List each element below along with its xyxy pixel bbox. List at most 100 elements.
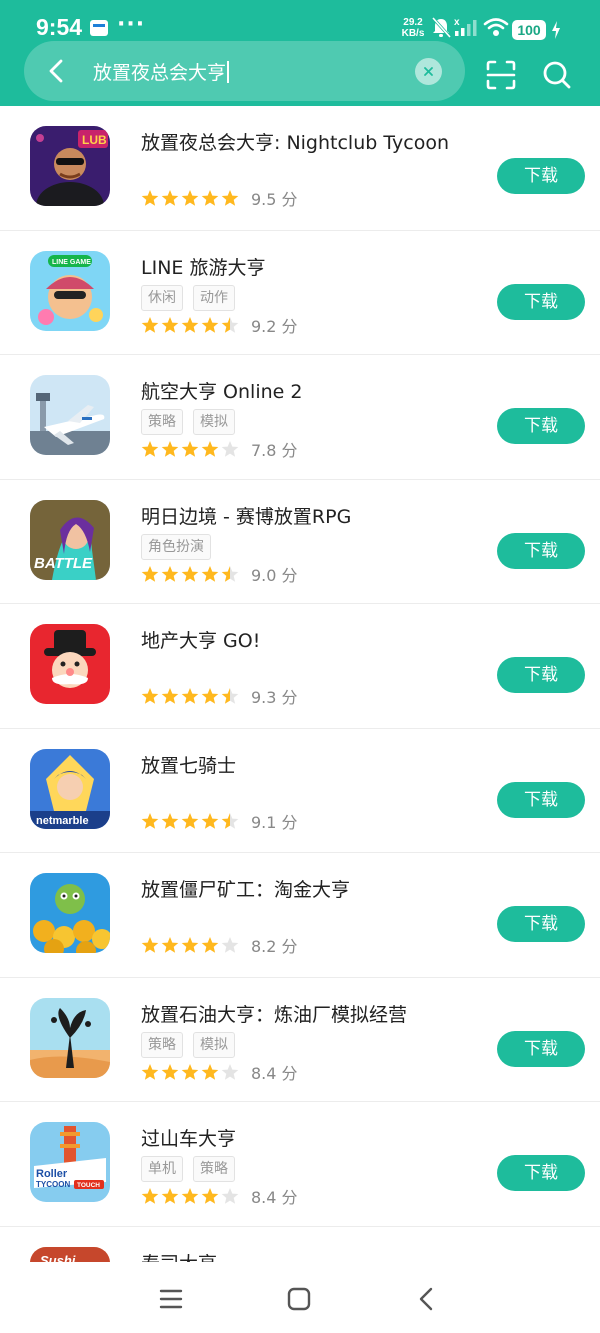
app-rating: 8.4 分 <box>141 1060 298 1084</box>
app-list-item[interactable]: netmarble 放置七骑士 9.1 分 下载 <box>0 729 600 853</box>
wifi-icon <box>483 18 509 36</box>
download-button[interactable]: 下载 <box>497 283 585 320</box>
app-list-item[interactable]: 放置僵尸矿工：淘金大亨 8.2 分 下载 <box>0 853 600 978</box>
clear-input-icon[interactable] <box>415 58 442 85</box>
app-list-item[interactable]: 航空大亨 Online 2 策略 模拟 7.8 分 下载 <box>0 355 600 480</box>
home-icon[interactable] <box>284 1284 314 1314</box>
back-arrow-icon[interactable] <box>40 54 74 88</box>
star-rating-icon <box>141 1187 239 1205</box>
rating-score-unit: 分 <box>281 565 298 585</box>
zombie-gold-coins-icon[interactable] <box>30 873 110 953</box>
line-game-character-icon[interactable]: LINE GAME <box>30 250 110 331</box>
app-list-item[interactable]: LINE GAME LINE 旅游大亨 休闲 动作 9.2 分 下载 <box>0 231 600 355</box>
app-name[interactable]: 过山车大亨 <box>141 1124 236 1151</box>
app-rating: 9.2 分 <box>141 313 298 337</box>
rating-score-unit: 分 <box>281 812 298 832</box>
app-name[interactable]: 放置七骑士 <box>141 751 236 778</box>
rating-score-unit: 分 <box>281 1063 298 1083</box>
app-tags: 角色扮演 <box>141 533 211 560</box>
svg-text:LINE GAME: LINE GAME <box>52 259 91 266</box>
app-rating: 9.5 分 <box>141 186 298 210</box>
rating-score: 9.1 分 <box>251 809 298 833</box>
category-tag: 策略 <box>193 1156 235 1182</box>
search-icon[interactable] <box>540 58 574 92</box>
category-tag: 单机 <box>141 1156 183 1182</box>
app-name[interactable]: 明日边境 - 赛博放置RPG <box>141 502 351 529</box>
rating-score-value: 7.8 <box>251 441 277 460</box>
app-list-item[interactable]: Roller TYCOON TOUCH 过山车大亨单机 策略 8.4 分 下载 <box>0 1102 600 1227</box>
star-rating-icon <box>141 189 239 207</box>
app-list-item[interactable]: 放置石油大亨：炼油厂模拟经营 策略 模拟 8.4 分 下载 <box>0 978 600 1102</box>
app-list-item[interactable]: LUB 放置夜总会大亨: Nightclub Tycoon 9.5 分 下载 <box>0 106 600 231</box>
app-name[interactable]: 寿司大亨 <box>141 1249 217 1263</box>
download-button[interactable]: 下载 <box>497 657 585 693</box>
star-rating-icon <box>141 936 239 954</box>
rating-score-unit: 分 <box>281 316 298 336</box>
category-tag: 休闲 <box>141 284 183 311</box>
star-rating-icon <box>141 440 239 458</box>
charging-bolt-icon <box>552 21 560 39</box>
rating-score-unit: 分 <box>281 441 298 460</box>
app-tags: 休闲 动作 <box>141 284 235 311</box>
download-button[interactable]: 下载 <box>497 1155 585 1191</box>
app-rating: 8.4 分 <box>141 1184 298 1208</box>
svg-text:netmarble: netmarble <box>36 815 89 827</box>
rating-score: 9.0 分 <box>251 562 298 586</box>
rating-score-unit: 分 <box>281 688 298 707</box>
back-icon[interactable] <box>412 1284 442 1314</box>
category-tag: 策略 <box>141 409 183 435</box>
category-tag: 动作 <box>193 284 235 311</box>
app-name[interactable]: 放置夜总会大亨: Nightclub Tycoon <box>141 128 449 155</box>
svg-text:LUB: LUB <box>82 133 107 147</box>
airplane-icon[interactable] <box>30 375 110 455</box>
nightclub-bouncer-icon[interactable]: LUB <box>30 126 110 206</box>
app-rating: 7.8 分 <box>141 437 298 461</box>
sushi-icon[interactable]: Sushi <box>30 1246 110 1262</box>
menu-icon[interactable] <box>156 1284 186 1314</box>
star-rating-icon <box>141 812 239 830</box>
header-bar: 9:54 ··· 29.2 KB/s x 100 放置夜总会大亨 <box>0 0 600 106</box>
battery-level: 100 <box>512 20 546 40</box>
app-name[interactable]: LINE 旅游大亨 <box>141 253 265 280</box>
rating-score-unit: 分 <box>281 1188 298 1207</box>
download-button[interactable]: 下载 <box>497 408 585 444</box>
rollercoaster-tycoon-icon[interactable]: Roller TYCOON TOUCH <box>30 1122 110 1202</box>
download-button[interactable]: 下载 <box>497 532 585 569</box>
rating-score: 8.2 分 <box>251 933 298 957</box>
app-rating: 9.0 分 <box>141 562 298 586</box>
search-input[interactable]: 放置夜总会大亨 <box>93 58 229 85</box>
rating-score-value: 9.1 <box>251 812 277 832</box>
svg-text:BATTLE: BATTLE <box>34 555 93 572</box>
app-name[interactable]: 放置僵尸矿工：淘金大亨 <box>141 875 350 902</box>
download-button[interactable]: 下载 <box>497 158 585 194</box>
app-tags: 单机 策略 <box>141 1156 235 1182</box>
svg-text:Roller: Roller <box>36 1168 68 1180</box>
rating-score: 7.8 分 <box>251 437 298 461</box>
netmarble-knight-icon[interactable]: netmarble <box>30 748 110 829</box>
notification-card-icon <box>90 20 108 36</box>
rating-score-unit: 分 <box>281 190 298 209</box>
cyber-battle-girl-icon[interactable]: BATTLE <box>30 499 110 580</box>
scan-icon[interactable] <box>484 58 518 92</box>
download-button[interactable]: 下载 <box>497 781 585 818</box>
cellular-signal-icon: x <box>454 17 477 36</box>
rating-score-value: 9.5 <box>251 190 277 209</box>
oil-gusher-icon[interactable] <box>30 997 110 1078</box>
rating-score-unit: 分 <box>281 937 298 956</box>
category-tag: 策略 <box>141 1031 183 1058</box>
network-speed-unit: KB/s <box>401 28 425 39</box>
download-button[interactable]: 下载 <box>497 1030 585 1067</box>
text-cursor <box>227 61 229 83</box>
app-name[interactable]: 地产大亨 GO! <box>141 626 260 653</box>
app-list-item[interactable]: 地产大亨 GO! 9.3 分 下载 <box>0 604 600 729</box>
search-results-list[interactable]: LUB 放置夜总会大亨: Nightclub Tycoon 9.5 分下载 LINE … <box>0 106 600 1262</box>
monopoly-man-icon[interactable] <box>30 624 110 704</box>
app-list-item[interactable]: BATTLE 明日边境 - 赛博放置RPG 角色扮演 9.0 分 下载 <box>0 480 600 604</box>
search-bar: 放置夜总会大亨 <box>24 41 465 101</box>
app-name[interactable]: 放置石油大亨：炼油厂模拟经营 <box>141 1000 407 1027</box>
app-name[interactable]: 航空大亨 Online 2 <box>141 377 302 404</box>
download-button[interactable]: 下载 <box>497 906 585 942</box>
app-list-item[interactable]: Sushi 寿司大亨 <box>0 1227 600 1263</box>
app-rating: 8.2 分 <box>141 933 298 957</box>
network-speed: 29.2 KB/s <box>398 17 428 39</box>
